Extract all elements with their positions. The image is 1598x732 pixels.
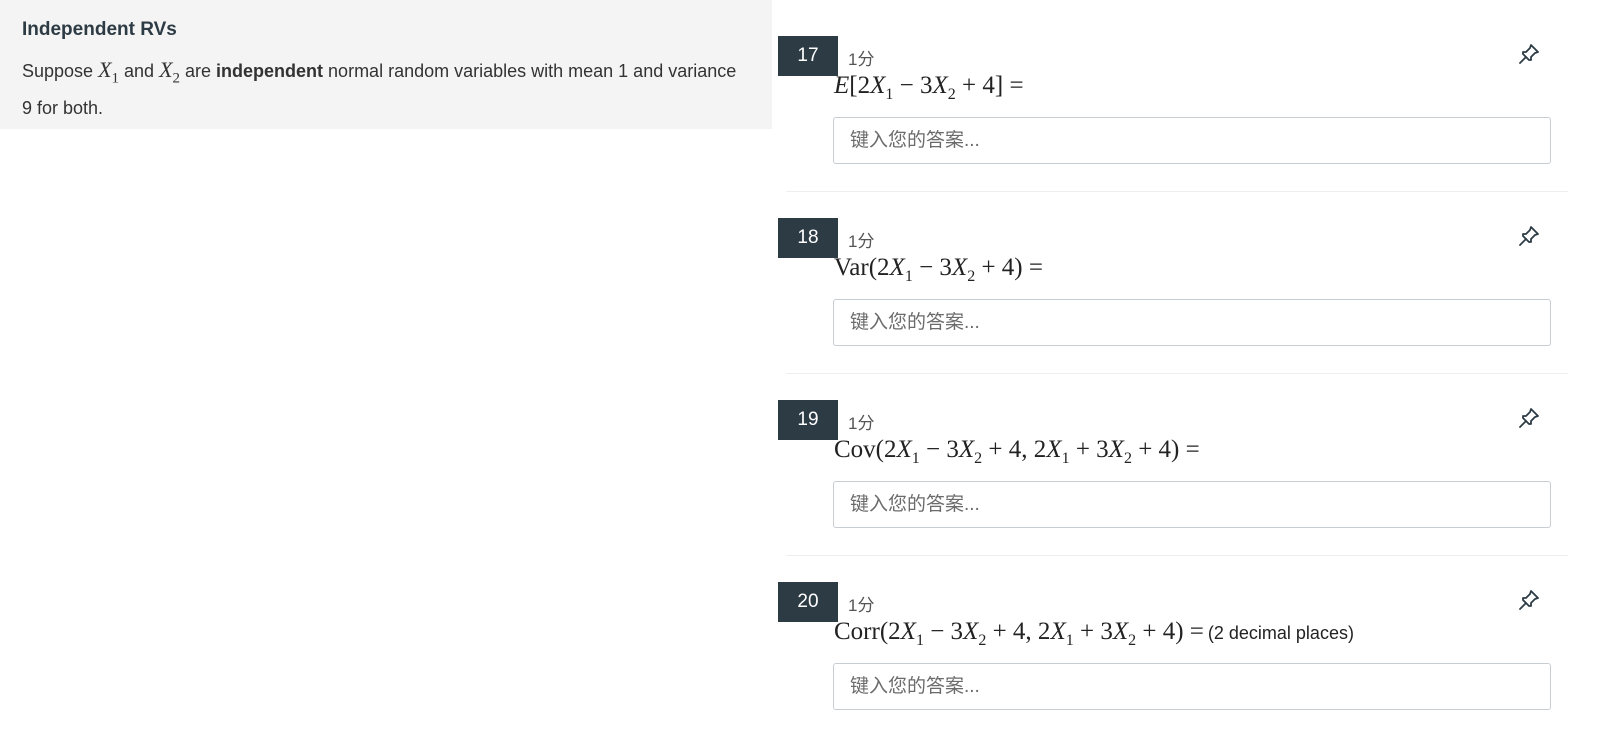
pin-icon[interactable] [1517, 224, 1541, 248]
question-number: 19 [778, 400, 838, 440]
pin-icon[interactable] [1517, 42, 1541, 66]
answer-input[interactable] [833, 117, 1551, 164]
answer-input[interactable] [833, 299, 1551, 346]
question-text: Var(2X1 − 3X2 + 4) = [834, 254, 1043, 285]
context-text: Suppose X1 and X2 are independent normal… [22, 57, 737, 119]
scrollbar[interactable] [1580, 0, 1598, 732]
answer-input[interactable] [833, 663, 1551, 710]
question-number: 18 [778, 218, 838, 258]
question-divider [786, 555, 1568, 556]
question-group-context: Independent RVs Suppose X1 and X2 are in… [0, 0, 772, 129]
pin-icon[interactable] [1517, 406, 1541, 430]
question-points: 1分 [848, 596, 875, 615]
answer-input[interactable] [833, 481, 1551, 528]
context-title: Independent RVs [22, 19, 177, 40]
context-emphasis: independent [216, 61, 324, 81]
question-text: Cov(2X1 − 3X2 + 4, 2X1 + 3X2 + 4) = [834, 436, 1200, 467]
question-text: E[2X1 − 3X2 + 4] = [834, 72, 1024, 103]
question-text: Corr(2X1 − 3X2 + 4, 2X1 + 3X2 + 4) = (2 d… [834, 618, 1354, 649]
question-divider [786, 191, 1568, 192]
question-points: 1分 [848, 414, 875, 433]
question-note: (2 decimal places) [1207, 623, 1354, 643]
question-number: 17 [778, 36, 838, 76]
question-divider [786, 373, 1568, 374]
question-points: 1分 [848, 50, 875, 69]
question-points: 1分 [848, 232, 875, 251]
pin-icon[interactable] [1517, 588, 1541, 612]
question-number: 20 [778, 582, 838, 622]
